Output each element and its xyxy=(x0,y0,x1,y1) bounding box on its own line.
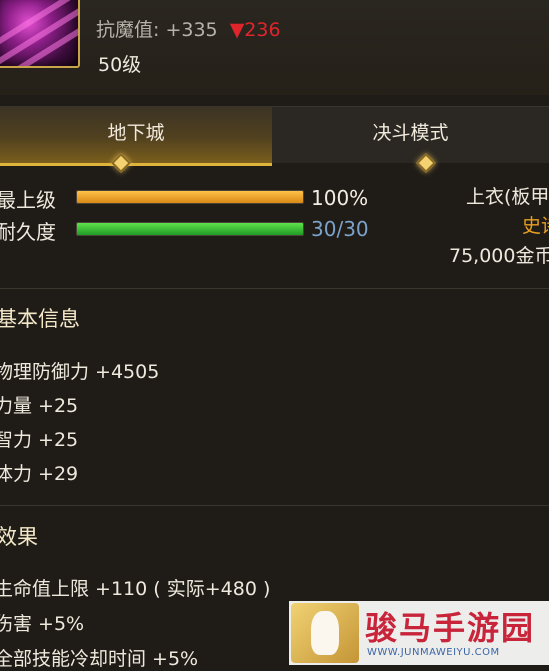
upgrade-bar xyxy=(76,190,304,204)
upgrade-bar-fill xyxy=(77,191,303,203)
item-level: 50级 xyxy=(98,54,142,76)
stat-vitality: 体力 +29 xyxy=(0,463,79,485)
divider xyxy=(0,288,549,289)
mode-tabs: 地下城 决斗模式 xyxy=(0,106,549,166)
tab-duel-mode[interactable]: 决斗模式 xyxy=(272,107,549,163)
magic-resist-row: 抗魔值: +335 ▼236 xyxy=(96,15,281,42)
upgrade-label: 最上级 xyxy=(0,188,56,212)
stat-physical-defense: 物理防御力 +4505 xyxy=(0,361,160,383)
item-icon[interactable] xyxy=(0,0,80,68)
upgrade-value: 100% xyxy=(311,186,369,210)
watermark-url: WWW.JUNMAWEIYU.COM xyxy=(367,647,500,658)
effect-line: 全部技能冷却时间 +5% xyxy=(0,648,199,670)
item-slot-type: 上衣(板甲 xyxy=(466,186,549,208)
durability-label: 耐久度 xyxy=(0,220,56,244)
stat-intelligence: 智力 +25 xyxy=(0,429,79,451)
item-rarity: 史诗 xyxy=(522,215,549,237)
durability-value: 30/30 xyxy=(311,217,369,241)
tab-dungeon[interactable]: 地下城 xyxy=(0,107,272,166)
watermark-title: 骏马手游园 xyxy=(365,609,536,647)
effect-line: 生命值上限 +110 ( 实际+480 ) xyxy=(0,578,271,600)
stat-strength: 力量 +25 xyxy=(0,395,79,417)
watermark: 骏马手游园 WWW.JUNMAWEIYU.COM xyxy=(289,601,549,665)
divider xyxy=(0,505,549,506)
resist-delta: ▼236 xyxy=(229,19,281,41)
resist-label: 抗魔值: xyxy=(96,19,160,41)
durability-bar xyxy=(76,222,304,236)
effects-title: 效果 xyxy=(0,525,38,549)
durability-bar-fill xyxy=(77,223,303,235)
effect-line: 伤害 +5% xyxy=(0,613,85,635)
item-header: 抗魔值: +335 ▼236 50级 xyxy=(0,0,549,95)
resist-value: +335 xyxy=(165,19,218,41)
basic-info-title: 基本信息 xyxy=(0,307,80,331)
horse-logo-icon xyxy=(291,603,359,663)
item-price: 75,000金币 xyxy=(449,245,549,267)
